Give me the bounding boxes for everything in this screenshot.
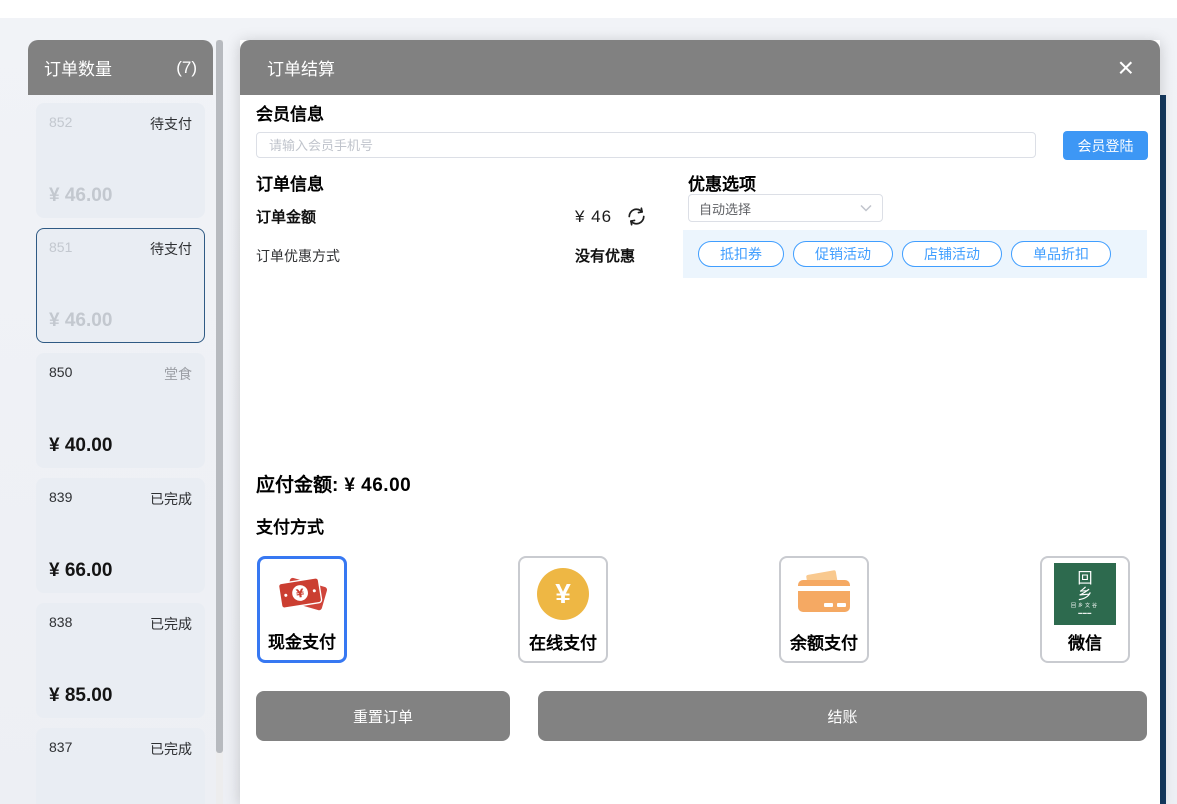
promotion-button[interactable]: 促销活动	[793, 241, 893, 267]
yuan-glyph: ¥	[555, 578, 571, 610]
order-card-850[interactable]: 850 堂食 ¥ 40.00	[36, 353, 205, 468]
order-id: 852	[49, 114, 72, 134]
pay-method-label: 微信	[1068, 629, 1102, 654]
pay-method-wechat[interactable]: 回 乡 回乡文谷 ▬▬▬ 微信	[1040, 556, 1130, 663]
refresh-icon[interactable]	[626, 206, 647, 227]
store-activity-button[interactable]: 店铺活动	[902, 241, 1002, 267]
member-info-heading: 会员信息	[256, 100, 324, 125]
dialog-title: 订单结算	[240, 55, 335, 80]
order-card-837[interactable]: 837 已完成	[36, 728, 205, 804]
discount-mode-value: 自动选择	[699, 199, 751, 218]
order-amount: ¥ 85.00	[49, 685, 192, 707]
discount-options-heading: 优惠选项	[688, 170, 756, 195]
order-status: 已完成	[150, 739, 192, 759]
close-icon[interactable]: ×	[1118, 54, 1134, 82]
order-amount-row: 订单金额 ¥ 46	[256, 206, 647, 227]
payable-amount-row: 应付金额: ¥ 46.00	[256, 470, 411, 497]
background-panel-edge	[1160, 95, 1166, 804]
order-id: 839	[49, 489, 72, 509]
order-info-heading: 订单信息	[256, 170, 324, 195]
logo-char: 回	[1077, 571, 1092, 586]
order-status: 堂食	[164, 364, 192, 384]
order-id: 851	[49, 239, 72, 259]
order-status: 已完成	[150, 614, 192, 634]
order-card-851[interactable]: 851 待支付 ¥ 46.00	[36, 228, 205, 343]
logo-small-text: 回乡文谷	[1071, 603, 1099, 610]
order-discount-row: 订单优惠方式 没有优惠	[256, 245, 635, 266]
chevron-down-icon	[860, 204, 872, 212]
payable-value: ¥ 46.00	[344, 475, 411, 496]
payment-method-heading: 支付方式	[256, 513, 324, 538]
member-phone-input[interactable]	[256, 132, 1036, 158]
order-status: 已完成	[150, 489, 192, 509]
voucher-button[interactable]: 抵扣券	[698, 241, 784, 267]
order-amount-label: 订单金额	[256, 206, 575, 227]
order-card-838[interactable]: 838 已完成 ¥ 85.00	[36, 603, 205, 718]
checkout-button[interactable]: 结账	[538, 691, 1147, 741]
bank-card-icon	[781, 558, 867, 629]
order-count-header: 订单数量 (7)	[28, 40, 213, 95]
order-card-852[interactable]: 852 待支付 ¥ 46.00	[36, 103, 205, 218]
order-status: 待支付	[150, 114, 192, 134]
order-amount: ¥ 40.00	[49, 435, 192, 457]
order-amount: ¥ 66.00	[49, 560, 192, 582]
order-sidebar: 订单数量 (7) 852 待支付 ¥ 46.00 851 待支付 ¥ 46.00…	[28, 40, 213, 804]
discount-buttons-strip: 抵扣券 促销活动 店铺活动 单品折扣	[683, 230, 1147, 278]
order-discount-value: 没有优惠	[575, 245, 635, 266]
pay-method-label: 余额支付	[790, 629, 858, 654]
cash-bills-icon: ¥	[260, 559, 344, 628]
order-id: 850	[49, 364, 72, 384]
dialog-header: 订单结算 ×	[240, 40, 1160, 95]
order-discount-label: 订单优惠方式	[256, 246, 575, 266]
order-amount-value: ¥ 46	[575, 207, 612, 227]
member-login-button[interactable]: 会员登陆	[1063, 131, 1148, 160]
pay-method-online[interactable]: ¥ 在线支付	[518, 556, 608, 663]
pay-method-cash[interactable]: ¥ 现金支付	[257, 556, 347, 663]
discount-mode-select[interactable]: 自动选择	[688, 194, 883, 222]
scrollbar-thumb[interactable]	[216, 40, 223, 753]
order-settlement-dialog: 订单结算 × 会员信息 会员登陆 订单信息 订单金额 ¥ 46 订单优惠方式 没…	[240, 40, 1160, 804]
pay-method-label: 在线支付	[529, 629, 597, 654]
yuan-coin-icon: ¥	[520, 558, 606, 629]
order-list: 852 待支付 ¥ 46.00 851 待支付 ¥ 46.00 850 堂食 ¥…	[28, 95, 213, 804]
order-card-839[interactable]: 839 已完成 ¥ 66.00	[36, 478, 205, 593]
reset-order-button[interactable]: 重置订单	[256, 691, 510, 741]
pay-method-balance[interactable]: 余额支付	[779, 556, 869, 663]
order-id: 838	[49, 614, 72, 634]
item-discount-button[interactable]: 单品折扣	[1011, 241, 1111, 267]
sidebar-scrollbar[interactable]	[216, 40, 223, 804]
order-id: 837	[49, 739, 72, 759]
logo-char: 乡	[1077, 587, 1092, 602]
order-amount: ¥ 46.00	[49, 185, 192, 207]
order-count-title: 订单数量	[44, 55, 112, 80]
order-amount: ¥ 46.00	[49, 310, 192, 332]
payable-label: 应付金额:	[256, 475, 338, 496]
order-status: 待支付	[150, 239, 192, 259]
pay-method-label: 现金支付	[268, 628, 336, 653]
payment-method-row: ¥ 现金支付 ¥ 在线支付	[257, 556, 1130, 663]
order-count-badge: (7)	[176, 58, 197, 78]
huixiang-logo-icon: 回 乡 回乡文谷 ▬▬▬	[1042, 558, 1128, 629]
